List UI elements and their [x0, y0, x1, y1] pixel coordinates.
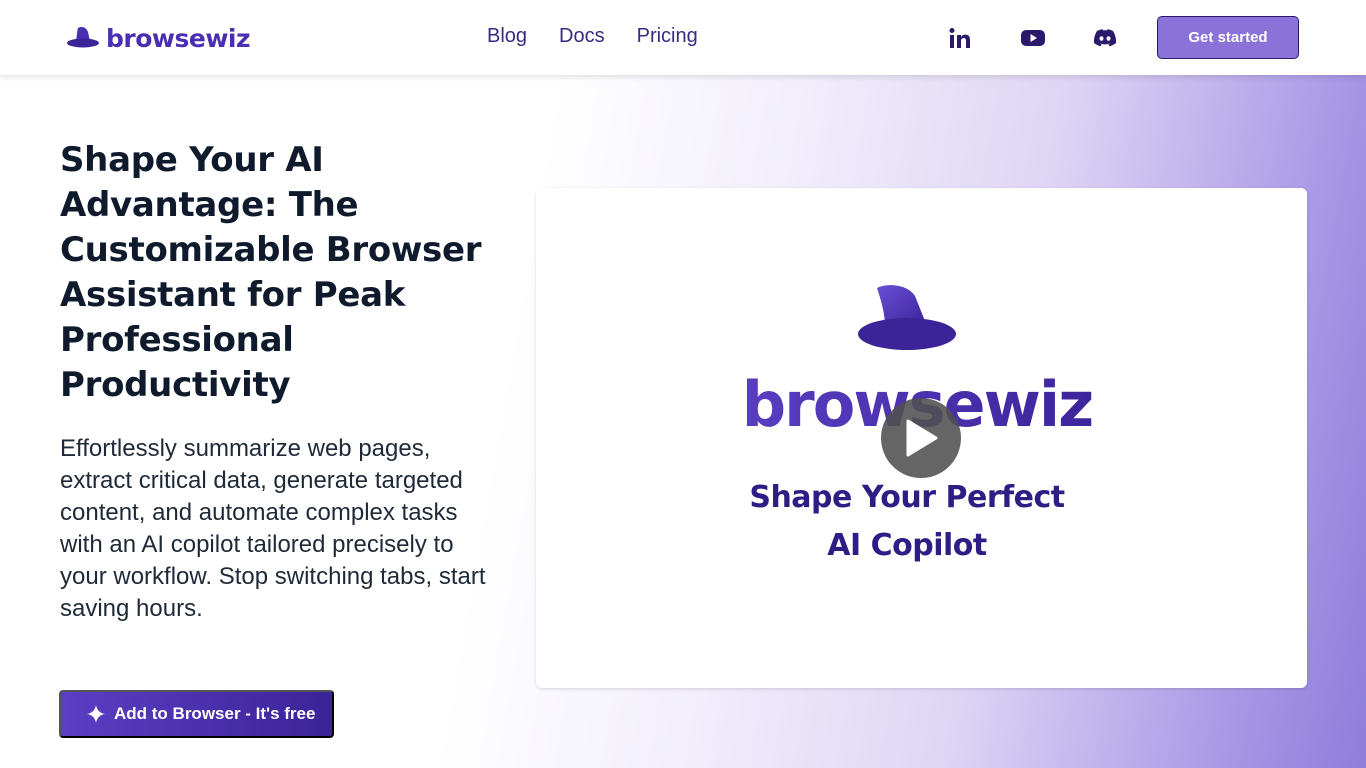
video-tagline-line2: AI Copilot — [827, 528, 987, 563]
brand-logo[interactable]: browsewiz — [66, 22, 251, 54]
video-tagline: Shape Your Perfect AI Copilot — [686, 474, 1128, 570]
video-tagline-line1: Shape Your Perfect — [749, 480, 1065, 515]
nav-docs-link[interactable]: Docs — [559, 25, 605, 48]
add-to-browser-button[interactable]: Add to Browser - It's free — [59, 690, 334, 738]
intro-video[interactable]: browsewiz Shape Your Perfect AI Copilot — [536, 188, 1307, 688]
sparkle-icon — [87, 705, 105, 723]
page-background: browsewiz Blog Docs Pricing Get started … — [0, 0, 1366, 768]
youtube-icon[interactable] — [1019, 24, 1047, 52]
play-button[interactable] — [881, 398, 961, 478]
discord-icon[interactable] — [1091, 24, 1119, 52]
hero-subtext: Effortlessly summarize web pages, extrac… — [60, 435, 486, 622]
nav-pricing-link[interactable]: Pricing — [637, 25, 698, 48]
add-to-browser-label: Add to Browser - It's free — [114, 704, 316, 723]
wizard-hat-icon — [67, 27, 99, 48]
play-icon — [906, 419, 938, 457]
hero-headline: Shape Your AI Advantage: The Customizabl… — [60, 140, 482, 405]
site-header: browsewiz Blog Docs Pricing Get started — [0, 0, 1366, 75]
get-started-button[interactable]: Get started — [1157, 16, 1299, 59]
main-nav: Blog Docs Pricing — [487, 25, 698, 48]
nav-blog-link[interactable]: Blog — [487, 25, 527, 48]
wizard-hat-icon — [858, 285, 956, 350]
linkedin-icon[interactable] — [946, 24, 974, 52]
brand-name: browsewiz — [106, 23, 251, 53]
